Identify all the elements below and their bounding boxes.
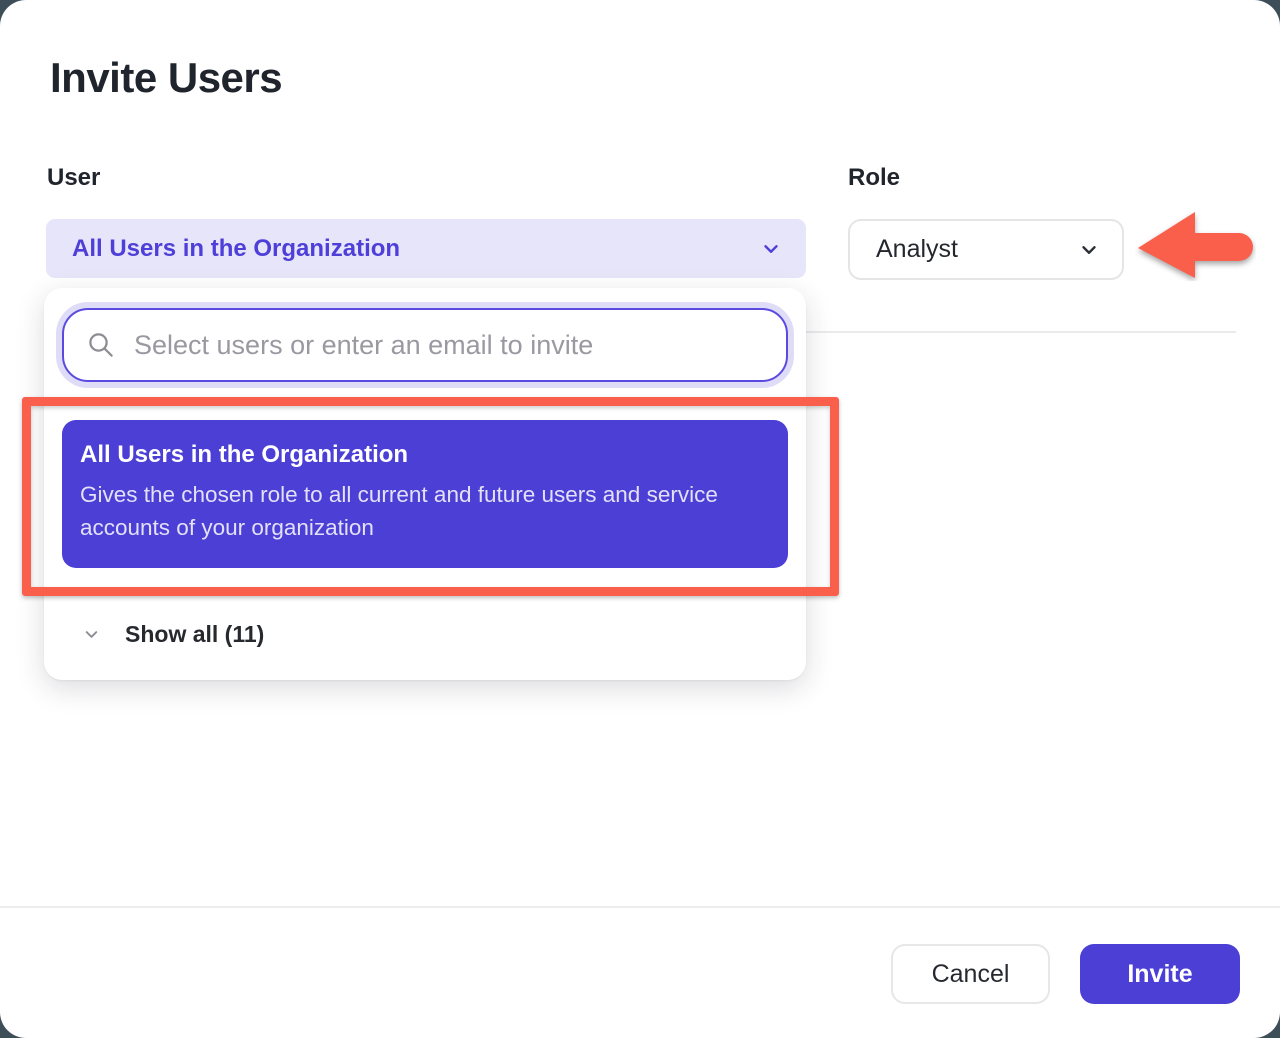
- chevron-down-icon: [760, 238, 782, 260]
- option-title: All Users in the Organization: [80, 441, 770, 469]
- user-search-input[interactable]: [132, 329, 766, 362]
- role-select[interactable]: Analyst: [848, 219, 1124, 280]
- dialog-title: Invite Users: [50, 54, 282, 102]
- chevron-down-icon: [82, 625, 101, 644]
- user-select-trigger[interactable]: All Users in the Organization: [46, 219, 806, 278]
- option-description: Gives the chosen role to all current and…: [80, 478, 768, 544]
- role-selected-value: Analyst: [876, 235, 1078, 264]
- role-field-label: Role: [848, 164, 900, 192]
- show-all-toggle[interactable]: Show all (11): [44, 610, 806, 658]
- user-dropdown-panel: All Users in the Organization Gives the …: [44, 288, 806, 680]
- invite-button[interactable]: Invite: [1080, 944, 1240, 1004]
- chevron-down-icon: [1078, 239, 1100, 261]
- user-selected-value: All Users in the Organization: [72, 235, 760, 263]
- user-search-box: [62, 308, 788, 382]
- option-all-users[interactable]: All Users in the Organization Gives the …: [62, 420, 788, 568]
- search-icon: [86, 330, 116, 360]
- invite-users-dialog: Invite Users User All Users in the Organ…: [0, 0, 1280, 1038]
- annotation-arrow-icon: [1134, 209, 1256, 281]
- user-field-label: User: [47, 164, 100, 192]
- page-background: Invite Users User All Users in the Organ…: [0, 0, 1280, 1038]
- cancel-button[interactable]: Cancel: [891, 944, 1050, 1004]
- footer-divider: [0, 906, 1280, 908]
- show-all-label: Show all (11): [125, 621, 264, 648]
